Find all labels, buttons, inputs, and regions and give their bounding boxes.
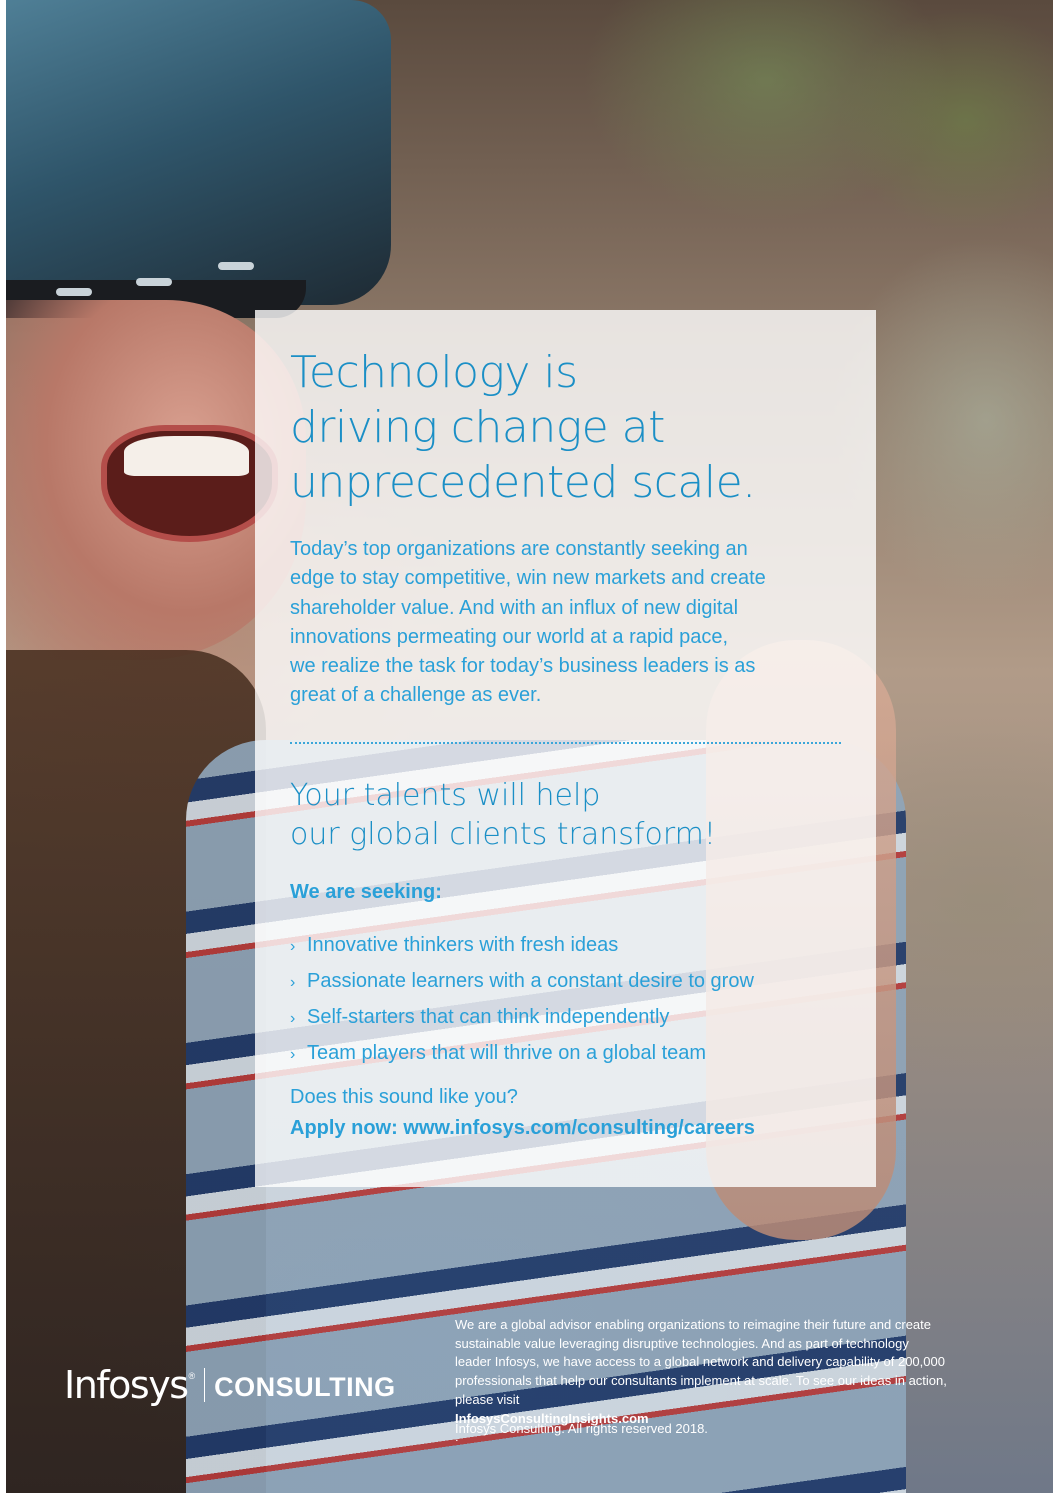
- about-line: leader Infosys, we have access to a glob…: [455, 1354, 945, 1370]
- list-item: › Innovative thinkers with fresh ideas: [290, 928, 860, 964]
- list-item-text: Team players that will thrive on a globa…: [307, 1042, 707, 1064]
- subheading-line: our global clients transform!: [290, 817, 716, 852]
- list-item-text: Self-starters that can think independent…: [307, 1006, 670, 1028]
- about-line: We are a global advisor enabling organiz…: [455, 1317, 931, 1332]
- intro-line: great of a challenge as ever.: [290, 684, 542, 707]
- intro-paragraph: Today’s top organizations are constantly…: [290, 535, 850, 711]
- about-line: professionals that help our consultants …: [455, 1373, 947, 1389]
- apply-link[interactable]: Apply now: www.infosys.com/consulting/ca…: [290, 1117, 755, 1140]
- headline: Technology is driving change at unpreced…: [290, 345, 850, 510]
- teeth: [124, 436, 249, 476]
- list-item: › Self-starters that can think independen…: [290, 1000, 860, 1036]
- list-item: › Passionate learners with a constant des…: [290, 964, 860, 1000]
- intro-line: edge to stay competitive, win new market…: [290, 567, 766, 590]
- headline-line: unprecedented scale.: [290, 457, 756, 508]
- list-item-text: Passionate learners with a constant desi…: [307, 970, 754, 992]
- cta-question: Does this sound like you?: [290, 1086, 518, 1108]
- subheading-line: Your talents will help: [290, 778, 601, 813]
- chevron-right-icon: ›: [290, 1010, 296, 1027]
- vr-headset-button: [56, 288, 92, 296]
- list-item: › Team players that will thrive on a glob…: [290, 1036, 860, 1072]
- intro-line: we realize the task for today’s business…: [290, 655, 756, 678]
- subheading: Your talents will help our global client…: [290, 776, 850, 854]
- vr-headset-button: [136, 278, 172, 286]
- logo-brand: Infosys: [64, 1363, 189, 1407]
- logo-separator: [204, 1368, 206, 1402]
- chevron-right-icon: ›: [290, 938, 296, 955]
- intro-line: shareholder value. And with an influx of…: [290, 596, 739, 619]
- headline-line: driving change at: [290, 402, 665, 453]
- list-item-text: Innovative thinkers with fresh ideas: [307, 934, 619, 956]
- headline-line: Technology is: [290, 347, 578, 398]
- visit-prefix: please visit: [455, 1391, 520, 1407]
- registered-mark: ®: [188, 1371, 196, 1381]
- infosys-consulting-logo: Infosys ® CONSULTING: [64, 1365, 396, 1405]
- about-line: sustainable value leveraging disruptive …: [455, 1335, 909, 1351]
- chevron-right-icon: ›: [290, 1046, 296, 1063]
- intro-line: Today’s top organizations are constantly…: [290, 538, 748, 560]
- dotted-divider: [290, 742, 841, 744]
- seeking-label: We are seeking:: [290, 881, 442, 903]
- logo-division: CONSULTING: [214, 1372, 396, 1402]
- vr-headset-button: [218, 262, 254, 270]
- vr-headset: [6, 0, 391, 305]
- intro-line: innovations permeating our world at a ra…: [290, 625, 729, 648]
- about-line-visit: please visit InfosysConsultingInsights.c…: [455, 1391, 1035, 1447]
- seeking-list: › Innovative thinkers with fresh ideas › P…: [290, 928, 860, 1072]
- copyright: Infosys Consulting. All rights reserved …: [455, 1421, 708, 1436]
- chevron-right-icon: ›: [290, 974, 296, 991]
